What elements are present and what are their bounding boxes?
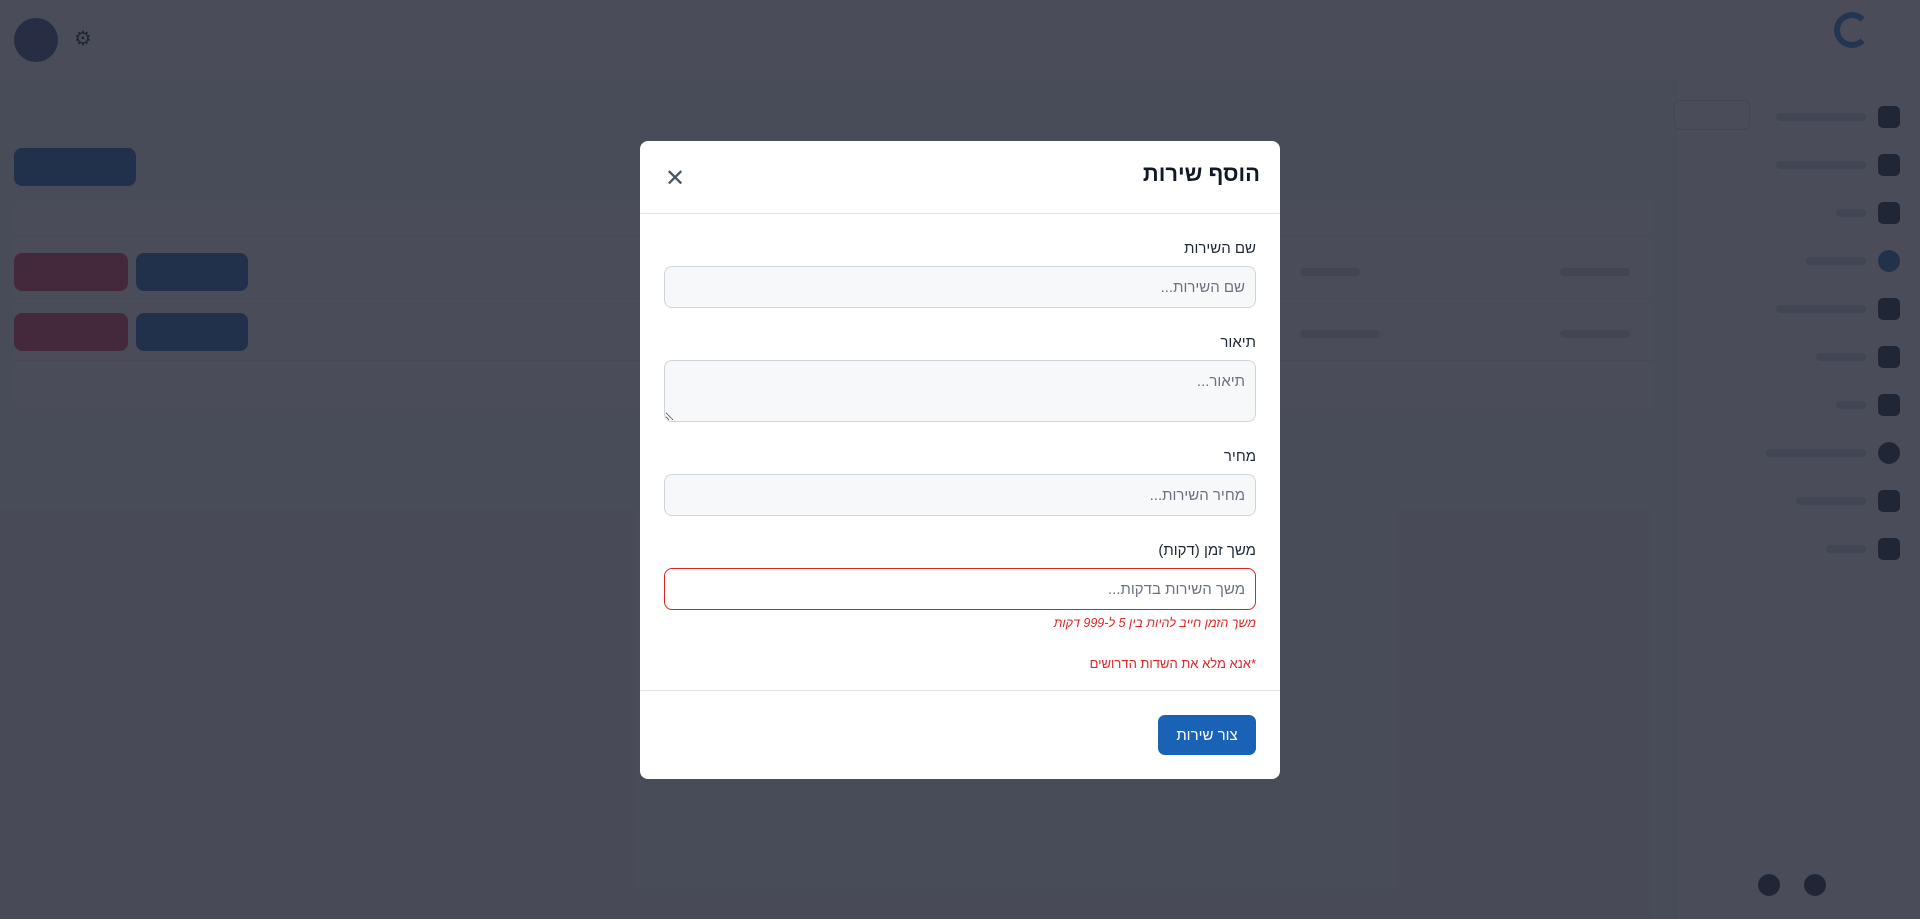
modal-body: שם השירות תיאור מחיר משך זמן (דקות) משך …	[640, 214, 1280, 691]
duration-label: משך זמן (דקות)	[1158, 542, 1256, 559]
description-textarea[interactable]	[664, 360, 1256, 422]
service-name-input[interactable]	[664, 266, 1256, 308]
modal-title: הוסף שירות	[1142, 161, 1260, 186]
close-icon[interactable]: ✕	[662, 165, 688, 191]
add-service-modal: הוסף שירות ✕ שם השירות תיאור מחיר משך זמ…	[640, 141, 1280, 779]
create-service-button[interactable]: צור שירות	[1158, 715, 1256, 755]
required-fields-note: *אנא מלא את השדות הדרושים	[1089, 656, 1256, 671]
price-input[interactable]	[664, 474, 1256, 516]
duration-error-message: משך הזמן חייב להיות בין 5 ל-999 דקות	[1053, 616, 1256, 630]
duration-input[interactable]	[664, 568, 1256, 610]
modal-header: הוסף שירות ✕	[640, 141, 1280, 214]
modal-footer: צור שירות	[640, 691, 1280, 779]
description-label: תיאור	[1220, 334, 1256, 351]
service-name-label: שם השירות	[1184, 240, 1256, 257]
price-label: מחיר	[1223, 448, 1256, 465]
